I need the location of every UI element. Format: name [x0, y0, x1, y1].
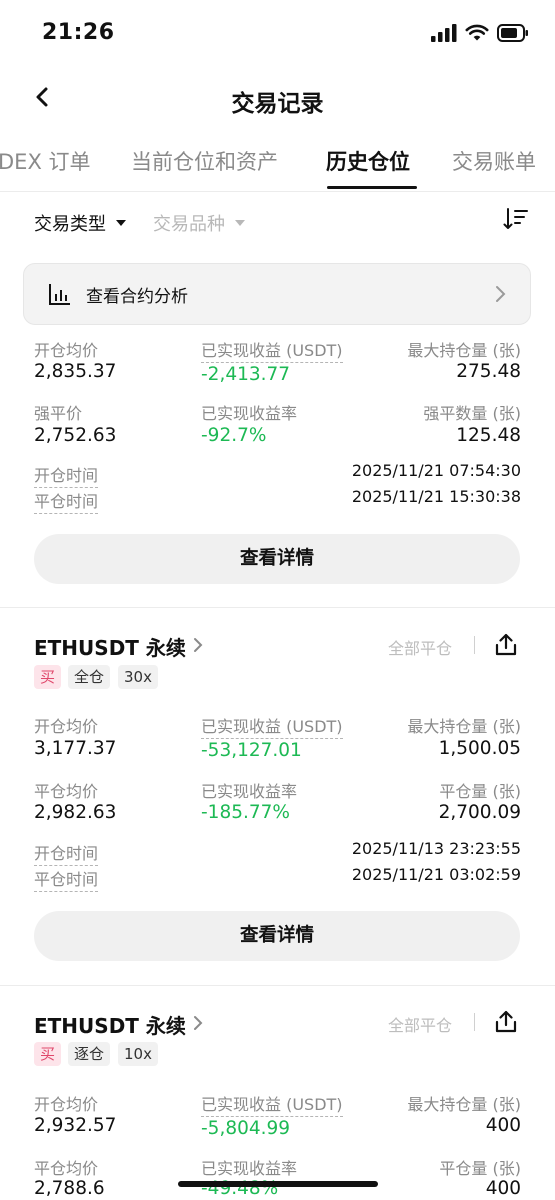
close-avg-price-value: 2,982.63 — [34, 802, 117, 823]
wifi-icon — [465, 24, 489, 41]
pair-name[interactable]: ETHUSDT 永续 — [34, 1010, 186, 1039]
contract-analysis-label: 查看合约分析 — [86, 287, 188, 307]
liq-amount-label: 强平数量 (张) — [423, 404, 521, 423]
close-all-button[interactable]: 全部平仓 — [388, 1012, 452, 1036]
tab-trade-bills[interactable]: 交易账单 — [452, 146, 536, 176]
leverage-tag: 30x — [118, 665, 158, 689]
open-avg-price-label: 开仓均价 — [34, 1095, 99, 1114]
realized-pnl-label[interactable]: 已实现收益 (USDT) — [201, 337, 343, 363]
liq-price-label: 强平价 — [34, 404, 83, 423]
close-avg-price-label: 平仓均价 — [34, 1159, 99, 1178]
view-details-button[interactable]: 查看详情 — [34, 911, 520, 961]
active-tab-indicator — [327, 186, 417, 189]
tab-dex-orders[interactable]: DEX 订单 — [0, 146, 91, 176]
chevron-right-icon[interactable] — [192, 1014, 204, 1032]
open-avg-price-label: 开仓均价 — [34, 341, 99, 360]
filter-product[interactable]: 交易品种 — [153, 210, 245, 236]
max-position-label: 最大持仓量 (张) — [407, 341, 521, 360]
filter-trade-type-label: 交易类型 — [34, 214, 106, 235]
status-time: 21:26 — [42, 20, 115, 45]
pair-name[interactable]: ETHUSDT 永续 — [34, 632, 186, 661]
filter-trade-type[interactable]: 交易类型 — [34, 210, 126, 236]
realized-pnl-label[interactable]: 已实现收益 (USDT) — [201, 713, 343, 739]
realized-pnl-rate-value: -185.77% — [201, 802, 290, 823]
realized-pnl-rate-value: -92.7% — [201, 425, 267, 446]
view-details-button[interactable]: 查看详情 — [34, 534, 520, 584]
close-amount-value: 2,700.09 — [438, 802, 521, 823]
realized-pnl-value: -53,127.01 — [201, 740, 302, 761]
side-tag-buy: 买 — [34, 1042, 62, 1066]
share-icon[interactable] — [493, 632, 519, 658]
close-time-label: 平仓时间 — [34, 866, 99, 892]
tab-current-positions[interactable]: 当前仓位和资产 — [131, 146, 278, 176]
realized-pnl-rate-label: 已实现收益率 — [201, 404, 298, 423]
share-icon[interactable] — [493, 1009, 519, 1035]
open-time-label: 开仓时间 — [34, 462, 99, 488]
bar-chart-icon — [49, 284, 70, 305]
divider — [474, 1013, 475, 1031]
max-position-value: 400 — [485, 1115, 521, 1136]
chevron-right-icon[interactable] — [192, 636, 204, 654]
close-time-label: 平仓时间 — [34, 488, 99, 514]
open-avg-price-label: 开仓均价 — [34, 717, 99, 736]
open-avg-price-value: 3,177.37 — [34, 738, 117, 759]
realized-pnl-rate-label: 已实现收益率 — [201, 1159, 298, 1178]
close-avg-price-value: 2,788.6 — [34, 1178, 105, 1199]
side-tag-buy: 买 — [34, 665, 62, 689]
divider — [474, 636, 475, 654]
close-amount-label: 平仓量 (张) — [439, 782, 521, 801]
close-amount-value: 400 — [485, 1178, 521, 1199]
margin-mode-tag: 逐仓 — [68, 1042, 111, 1066]
caret-down-icon — [116, 220, 126, 226]
tabs-divider — [0, 191, 555, 192]
open-time-value: 2025/11/13 23:23:55 — [351, 839, 521, 858]
filter-product-label: 交易品种 — [153, 214, 225, 235]
leverage-tag: 10x — [118, 1042, 158, 1066]
max-position-value: 275.48 — [456, 361, 521, 382]
sort-icon[interactable] — [503, 206, 529, 232]
close-time-value: 2025/11/21 03:02:59 — [351, 865, 521, 884]
realized-pnl-value: -5,804.99 — [201, 1118, 291, 1139]
page-title: 交易记录 — [231, 91, 324, 117]
signal-icon — [431, 24, 457, 42]
close-avg-price-label: 平仓均价 — [34, 782, 99, 801]
realized-pnl-value: -2,413.77 — [201, 364, 291, 385]
tab-bar: DEX 订单 当前仓位和资产 历史仓位 交易账单 — [0, 146, 555, 190]
open-time-label: 开仓时间 — [34, 840, 99, 866]
liq-amount-value: 125.48 — [456, 425, 521, 446]
margin-mode-tag: 全仓 — [68, 665, 111, 689]
close-all-button[interactable]: 全部平仓 — [388, 635, 452, 659]
realized-pnl-label[interactable]: 已实现收益 (USDT) — [201, 1091, 343, 1117]
max-position-label: 最大持仓量 (张) — [407, 717, 521, 736]
battery-icon — [497, 24, 528, 42]
max-position-label: 最大持仓量 (张) — [407, 1095, 521, 1114]
status-icons — [431, 24, 529, 42]
chevron-right-icon — [496, 286, 506, 302]
close-time-value: 2025/11/21 15:30:38 — [351, 487, 521, 506]
open-time-value: 2025/11/21 07:54:30 — [351, 461, 521, 480]
liq-price-value: 2,752.63 — [34, 425, 117, 446]
tab-history-positions[interactable]: 历史仓位 — [326, 146, 410, 176]
record-divider — [0, 985, 555, 986]
open-avg-price-value: 2,835.37 — [34, 361, 117, 382]
realized-pnl-rate-label: 已实现收益率 — [201, 782, 298, 801]
home-indicator[interactable] — [178, 1181, 378, 1187]
max-position-value: 1,500.05 — [438, 738, 521, 759]
close-amount-label: 平仓量 (张) — [439, 1159, 521, 1178]
record-divider — [0, 607, 555, 608]
open-avg-price-value: 2,932.57 — [34, 1115, 117, 1136]
contract-analysis-card[interactable]: 查看合约分析 — [23, 263, 531, 325]
caret-down-icon — [235, 220, 245, 226]
